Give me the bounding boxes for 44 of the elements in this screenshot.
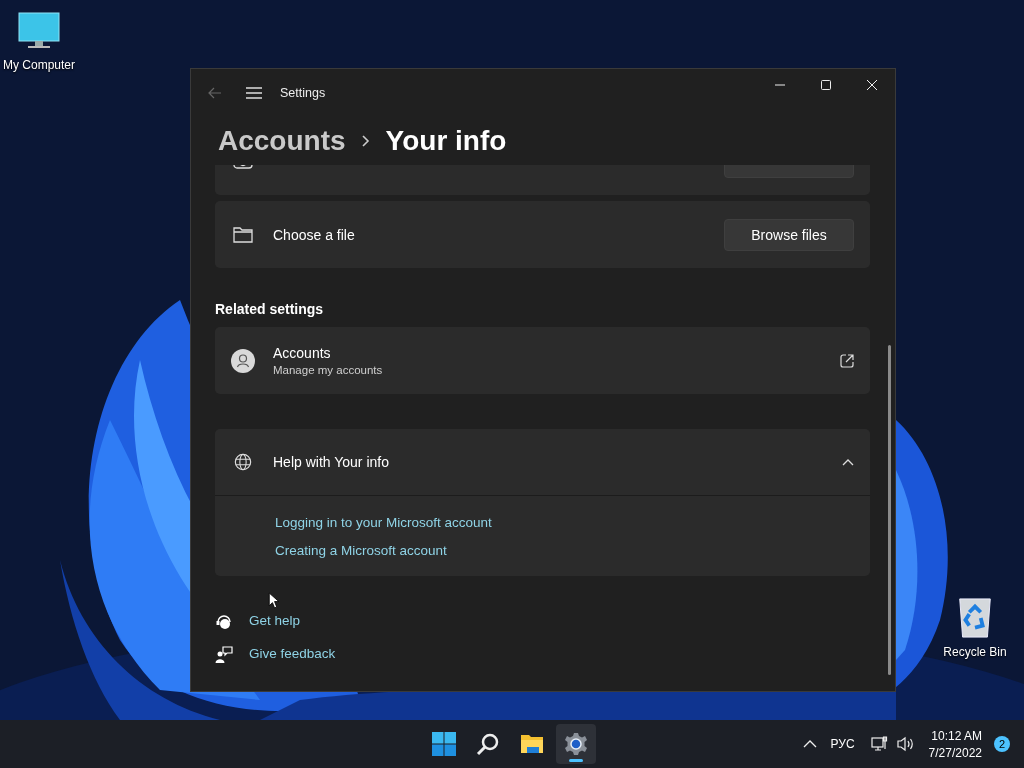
- related-settings-card[interactable]: Accounts Manage my accounts: [215, 327, 870, 394]
- gear-icon: [564, 732, 588, 756]
- clock-time: 10:12 AM: [931, 728, 982, 743]
- language-indicator[interactable]: РУС: [830, 737, 855, 751]
- speaker-icon[interactable]: [896, 736, 915, 752]
- person-icon: [231, 348, 255, 373]
- scrollbar[interactable]: [888, 345, 891, 675]
- clock-date: 7/27/2022: [928, 745, 982, 760]
- breadcrumb-item: Your info: [385, 125, 507, 157]
- card-title: Accounts: [273, 345, 332, 361]
- help-link[interactable]: Creating a Microsoft account: [275, 543, 447, 558]
- chevron-right-icon: [361, 135, 370, 147]
- card-subtitle: Manage my accounts: [273, 364, 383, 376]
- taskbar-app[interactable]: [556, 724, 596, 764]
- feedback-icon: [215, 646, 233, 664]
- chevron-icon: [842, 458, 854, 466]
- folder-icon: [233, 225, 253, 244]
- globe-icon: [233, 453, 253, 471]
- help-icon: [215, 613, 233, 631]
- network-icon[interactable]: [870, 736, 889, 752]
- breadcrumb-item[interactable]: Accounts: [218, 125, 346, 157]
- folder-icon: [520, 732, 544, 756]
- mouse-cursor-icon: [268, 592, 279, 609]
- help-expander-header[interactable]: Help with Your info: [215, 429, 870, 496]
- clock[interactable]: 10:12 AM 7/27/2022: [928, 728, 982, 760]
- external-link-icon: [840, 353, 854, 368]
- footer-link[interactable]: Get help: [249, 613, 301, 628]
- menu-icon[interactable]: [246, 87, 262, 99]
- close-icon[interactable]: [867, 80, 877, 90]
- maximize-icon[interactable]: [821, 80, 831, 90]
- expander-title: Help with Your info: [273, 454, 389, 470]
- back-arrow-icon[interactable]: [208, 87, 222, 99]
- help-link[interactable]: Logging in to your Microsoft account: [275, 515, 492, 530]
- desktop-icon-label[interactable]: My Computer: [3, 58, 75, 72]
- row-label: Choose a file: [273, 226, 355, 243]
- footer-link[interactable]: Give feedback: [249, 646, 336, 661]
- search-icon: [476, 732, 500, 756]
- chevron-up-icon[interactable]: [802, 740, 817, 748]
- row-button[interactable]: Browse files: [724, 218, 854, 251]
- window-title: Settings: [280, 86, 326, 100]
- notification-badge[interactable]: 2: [994, 736, 1010, 752]
- windows-logo-icon: [432, 732, 456, 756]
- section-heading: Related settings: [215, 301, 325, 317]
- desktop-icon-label[interactable]: Recycle Bin: [943, 645, 1007, 659]
